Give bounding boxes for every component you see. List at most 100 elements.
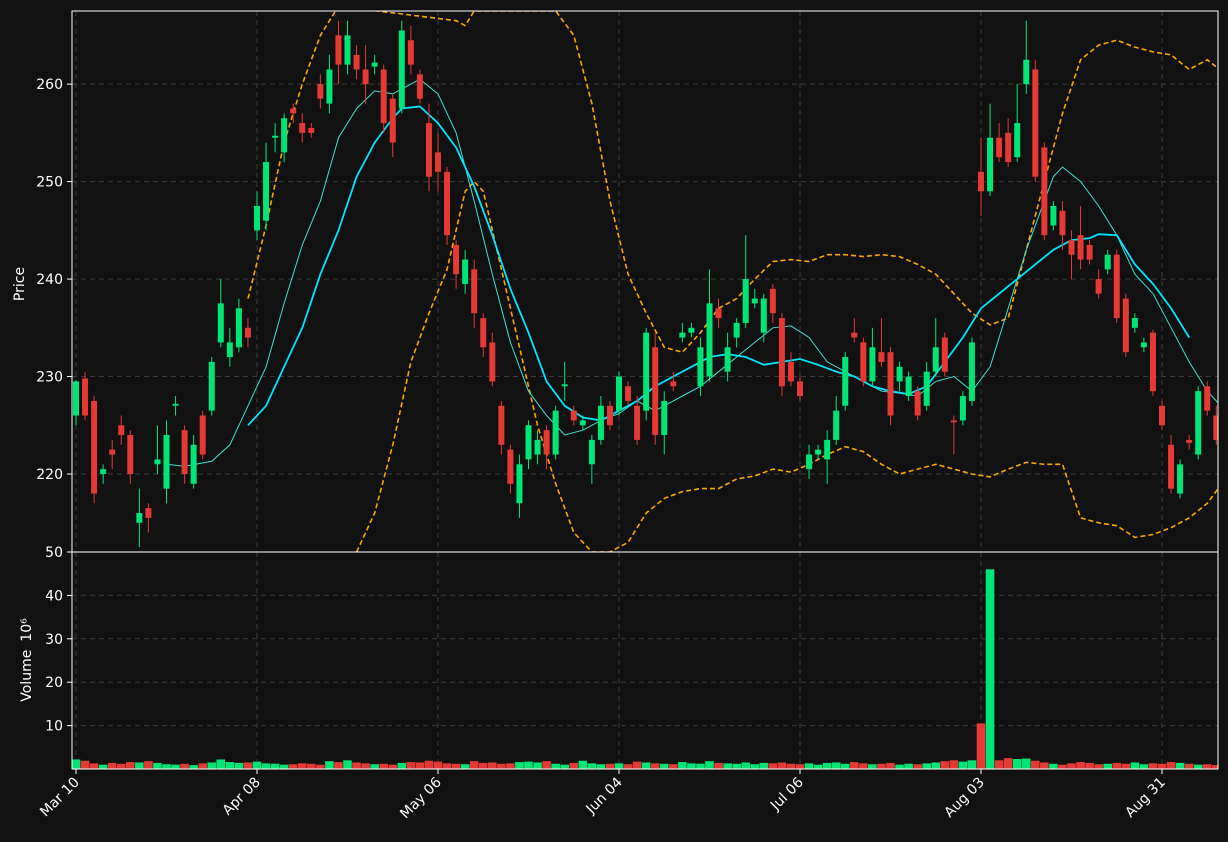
volume-bar [786,763,796,769]
candle-body [552,410,559,455]
candle-body [290,108,297,114]
candle-body [833,410,840,440]
candle-body [416,74,423,99]
candle-body [181,430,188,475]
price-y-tick-label: 250 [36,175,63,191]
candle [842,352,849,411]
volume-bar [850,762,859,769]
volume-bar [107,762,117,769]
volume-bar [1184,763,1194,769]
volume-bar [198,763,207,769]
candle [914,386,921,421]
volume-bar [1148,763,1158,769]
volume-bar [243,762,253,769]
candle-body [878,352,885,362]
volume-bar [732,763,741,769]
volume-bar [1139,764,1149,769]
candle [1149,329,1156,397]
candle [91,396,98,504]
volume-bar [1103,763,1112,769]
candle-body [1068,240,1075,255]
candle-body [950,420,957,423]
candle [1195,386,1202,460]
candlestick-chart: 220 230 240 250 260 Price 10 20 30 40 50 Volume 1… [0,0,1228,842]
volume-y-tick-label: 40 [45,588,63,604]
volume-bar [777,762,787,769]
candle-body [959,396,966,421]
volume-bar [650,763,660,769]
volume-bar [307,763,316,769]
candle-body [407,40,414,65]
candle-body [244,327,251,338]
volume-bar [759,762,769,769]
candle-body [996,137,1003,158]
candle-body [272,135,279,138]
candle-body [344,35,351,65]
candle [208,357,215,416]
candle-body [652,347,659,436]
volume-bar [578,760,588,769]
candle-body [453,244,460,275]
candle-body [380,69,387,124]
candle-body [570,410,577,421]
candle-body [444,171,451,236]
volume-bar [1121,763,1131,769]
candle-body [154,459,161,465]
candle-body [1113,254,1120,319]
candle-body [661,400,668,436]
candle-body [353,54,360,70]
chart-background [0,0,1228,842]
candle-body [679,332,686,338]
candle [1204,381,1211,416]
volume-bar [189,765,198,769]
volume-bar [352,762,361,769]
candle [199,410,206,460]
candle-body [217,303,224,343]
volume-bar [515,762,524,769]
candle-body [797,381,803,397]
candle-body [806,454,813,470]
volume-bar [904,763,913,769]
candle-body [389,98,396,143]
candle-body [724,347,731,372]
candle-body [1050,205,1057,226]
candle-body [190,444,197,484]
candle-body [335,35,342,65]
volume-bar [886,762,895,769]
candle [380,64,387,133]
candle-body [263,162,270,221]
candle-body [1041,147,1048,236]
volume-bar [587,763,597,769]
price-y-tick-label: 230 [36,370,63,386]
volume-bar [279,764,289,769]
volume-bar [614,763,624,769]
candle-body [1140,342,1147,348]
candle-body [1077,235,1084,260]
volume-bar [1049,763,1058,769]
candle-body [163,435,170,489]
volume-bar [225,762,235,769]
candle-body [616,376,622,411]
volume-bar [252,761,262,769]
volume-bar [669,764,678,769]
candle-body [326,69,333,104]
volume-bar [424,760,434,769]
candle-body [471,269,478,314]
candle [552,405,559,460]
volume-bar [361,763,370,769]
candle-body [235,308,242,348]
candle-body [1122,298,1129,353]
candle-body [1104,254,1111,270]
candle-body [1095,279,1102,294]
volume-bar [80,760,90,769]
volume-bar [632,761,642,769]
candle-body [941,337,948,372]
volume-bar [297,763,307,769]
candle-body [1195,391,1202,455]
volume-bar [967,760,977,769]
volume-bar [1193,764,1203,769]
candle [444,166,451,245]
volume-bar [551,763,560,769]
volume-bar [913,764,922,769]
candle-body [543,430,550,455]
